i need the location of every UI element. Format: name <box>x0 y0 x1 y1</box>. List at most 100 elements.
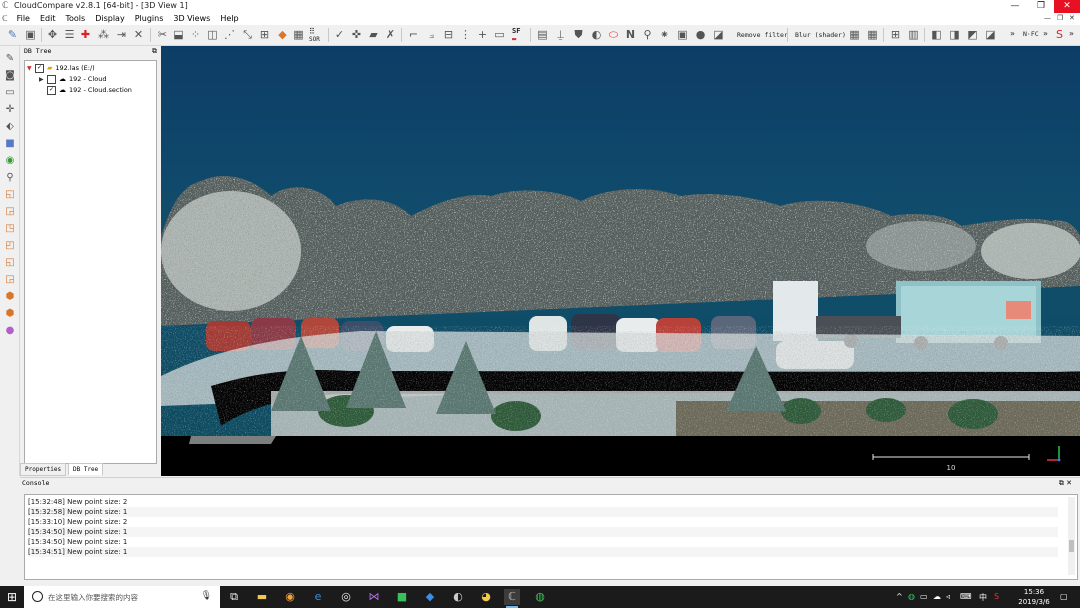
plugin3-icon[interactable]: ◩ <box>966 28 979 41</box>
normal-icon[interactable]: ◫ <box>206 28 219 41</box>
view-left-icon[interactable]: ◳ <box>3 222 17 236</box>
taskbar-clock[interactable]: 15:36 2019/3/6 <box>1014 587 1054 607</box>
open-icon[interactable]: ✎ <box>6 28 19 41</box>
camera-icon[interactable]: ▥ <box>907 28 920 41</box>
mesh-icon[interactable]: ⊞ <box>258 28 271 41</box>
contrast-icon[interactable]: ◐ <box>590 28 603 41</box>
align-icon[interactable]: ✓ <box>333 28 346 41</box>
plugin2-icon[interactable]: ◨ <box>948 28 961 41</box>
subsample-icon[interactable]: ⁘ <box>189 28 202 41</box>
rotate-icon[interactable]: ⬖ <box>3 120 17 134</box>
arithmetic-icon[interactable]: ▭ <box>493 28 506 41</box>
zoom-icon[interactable]: ⚲ <box>3 171 17 185</box>
tree-checkbox[interactable] <box>47 74 56 84</box>
stereo-icon[interactable]: ● <box>3 324 17 338</box>
tab-db-tree[interactable]: DB Tree <box>68 463 104 475</box>
minimize-button[interactable]: — <box>1002 0 1028 13</box>
view-right-icon[interactable]: ◱ <box>3 256 17 270</box>
sor-filter-button[interactable]: ⠿ SOR <box>309 28 320 44</box>
view-bottom-icon[interactable]: ◲ <box>3 273 17 287</box>
view-top-icon[interactable]: ◱ <box>3 188 17 202</box>
app-icon-4[interactable]: ◎ <box>338 589 354 605</box>
app-icon-9[interactable]: ◕ <box>478 589 494 605</box>
task-view-icon[interactable]: ⧉ <box>226 589 242 605</box>
pivot-icon[interactable]: ✛ <box>3 103 17 117</box>
microphone-icon[interactable]: 🎙 <box>201 591 212 601</box>
tray-keyboard-icon[interactable]: ⌨ <box>960 592 972 601</box>
tab-properties[interactable]: Properties <box>20 463 67 476</box>
shader-icon[interactable]: ▦ <box>848 28 861 41</box>
remove-filter-button[interactable]: Remove filter <box>737 31 788 39</box>
merge-icon[interactable]: ⇥ <box>115 28 128 41</box>
vscode-icon[interactable]: ◆ <box>422 589 438 605</box>
zoom-extent-icon[interactable]: ■ <box>3 137 17 151</box>
menu-edit[interactable]: Edit <box>35 13 61 25</box>
translate-rotate-icon[interactable]: ✥ <box>46 28 59 41</box>
sample-icon[interactable]: ⁂ <box>97 28 110 41</box>
grid-icon[interactable]: ▤ <box>536 28 549 41</box>
tree-item-root[interactable]: ▼ ✓ ▰ 192.las (E:/) <box>27 63 95 73</box>
fit-icon[interactable]: ✗ <box>384 28 397 41</box>
zoom-icon[interactable]: ⚲ <box>641 28 654 41</box>
console-scrollbar[interactable] <box>1068 497 1075 575</box>
distance-icon[interactable]: ⤡ <box>241 28 254 41</box>
add-sf-icon[interactable]: + <box>476 28 489 41</box>
ellipse-icon[interactable]: ⬭ <box>607 28 620 41</box>
mdi-minimize-button[interactable]: — <box>1044 14 1051 22</box>
float-panel-icon[interactable]: ⧉ <box>152 46 157 57</box>
sphere-icon[interactable]: ● <box>694 28 707 41</box>
collapse-arrow-icon[interactable]: ▶ <box>39 75 47 85</box>
tree-checkbox[interactable]: ✓ <box>47 85 56 95</box>
ime-indicator[interactable]: 中 <box>979 592 987 603</box>
blur-shader-button[interactable]: Blur (shader) <box>795 31 846 39</box>
menu-tools[interactable]: Tools <box>60 13 90 25</box>
clone-icon[interactable]: ☰ <box>63 28 76 41</box>
maximize-button[interactable]: ❐ <box>1028 0 1054 13</box>
app-icon-6[interactable]: ■ <box>394 589 410 605</box>
tray-chevron-icon[interactable]: ^ <box>896 592 903 601</box>
mdi-restore-button[interactable]: ❐ <box>1057 14 1063 22</box>
tree-item-cloud-section[interactable]: ✓ ☁ 192 - Cloud.section <box>39 85 132 95</box>
register-icon[interactable]: ✜ <box>350 28 363 41</box>
viewport-icon[interactable]: ⊞ <box>889 28 902 41</box>
console-scroll-thumb[interactable] <box>1069 540 1074 552</box>
notification-icon[interactable]: ▢ <box>1060 592 1068 601</box>
menu-plugins[interactable]: Plugins <box>130 13 169 25</box>
view-back-icon[interactable]: ◰ <box>3 239 17 253</box>
checker-icon[interactable]: ▦ <box>292 28 305 41</box>
shield-icon[interactable]: ⛊ <box>572 28 585 41</box>
tray-wechat-icon[interactable]: ◍ <box>908 592 915 601</box>
tree-item-cloud[interactable]: ▶ ☁ 192 - Cloud <box>39 74 106 84</box>
menu-3d-views[interactable]: 3D Views <box>168 13 215 25</box>
save-icon[interactable]: ▣ <box>24 28 37 41</box>
db-tree[interactable]: ▼ ✓ ▰ 192.las (E:/) ▶ ☁ 192 - Cloud ✓ ☁ 192 - C… <box>24 60 157 464</box>
menu-display[interactable]: Display <box>90 13 130 25</box>
label-icon[interactable]: ⌐ <box>407 28 420 41</box>
toolbar-overflow-2[interactable]: » <box>1043 29 1048 38</box>
camera-settings-icon[interactable]: ◙ <box>3 69 17 83</box>
tray-volume-icon[interactable]: ◃ <box>946 592 950 601</box>
file-explorer-icon[interactable]: ▬ <box>254 589 270 605</box>
menu-file[interactable]: File <box>12 13 35 25</box>
plane-icon[interactable]: ▰ <box>367 28 380 41</box>
sf-button[interactable]: SF ▬ <box>512 27 520 43</box>
pick-point-icon[interactable]: ✚ <box>79 28 92 41</box>
nfc-button[interactable]: N·FC <box>1023 30 1039 38</box>
ortho-icon[interactable]: ▭ <box>3 86 17 100</box>
delete-icon[interactable]: ✕ <box>132 28 145 41</box>
octree-icon[interactable]: ⋰ <box>223 28 236 41</box>
cloudcompare-taskbar-icon[interactable]: ℂ <box>504 589 520 608</box>
menu-help[interactable]: Help <box>215 13 243 25</box>
crop-icon[interactable]: ⬓ <box>172 28 185 41</box>
wechat-icon[interactable]: ◍ <box>532 589 548 605</box>
s-plugin-icon[interactable]: S <box>1053 28 1066 41</box>
plugin1-icon[interactable]: ◧ <box>930 28 943 41</box>
iso-front-icon[interactable]: ⬢ <box>3 290 17 304</box>
pencil-icon[interactable]: ✎ <box>3 52 17 66</box>
expand-arrow-icon[interactable]: ▼ <box>27 64 35 74</box>
shader2-icon[interactable]: ▦ <box>866 28 879 41</box>
render-icon[interactable]: ◪ <box>712 28 725 41</box>
close-button[interactable]: ✕ <box>1054 0 1080 13</box>
edge-icon[interactable]: e <box>310 589 326 605</box>
app-icon-8[interactable]: ◐ <box>450 589 466 605</box>
